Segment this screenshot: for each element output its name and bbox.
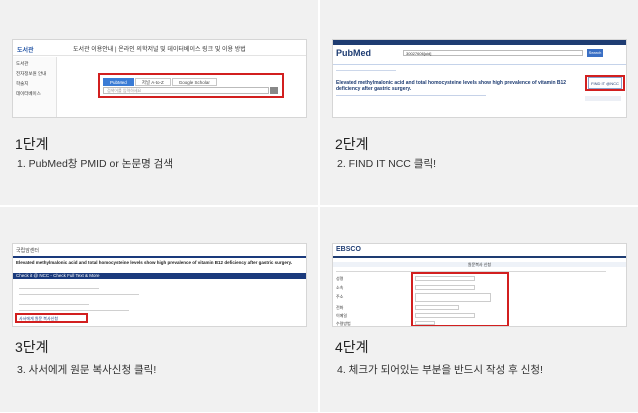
form-title: 원문복사 신청 [333, 262, 626, 267]
step-1-screenshot: 도서관 도서관 이용안내 | 온라인 의학저널 및 데이터베이스 링크 및 이용… [12, 39, 307, 118]
text-line [19, 310, 129, 311]
ncc-logo: 국립암센터 [16, 248, 40, 254]
header-divider [333, 64, 626, 65]
check-it-band: Check it @ NCC - Check Full Text & More [13, 273, 306, 279]
pubmed-logo: PubMed [336, 48, 371, 58]
guide-grid: 도서관 도서관 이용안내 | 온라인 의학저널 및 데이터베이스 링크 및 이용… [0, 0, 638, 413]
highlight-box [15, 313, 88, 323]
header-strip [13, 256, 306, 258]
library-header-title: 도서관 이용안내 | 온라인 의학저널 및 데이터베이스 링크 및 이용 방법 [73, 47, 246, 53]
authors-line [336, 95, 486, 96]
step-title: 2단계 [335, 136, 369, 152]
article-title[interactable]: Elevated methylmalonic acid and total ho… [336, 80, 576, 92]
step-4-screenshot: EBSCO 원문복사 신청 성명 소속 주소 전화 이메일 수령방법 [332, 243, 627, 327]
step-description: 3. 사서에게 원문 복사신청 클릭! [17, 364, 157, 376]
step-2-screenshot: NCBI Resources How To PubMed 30027606[ui… [332, 39, 627, 118]
form-label-name: 성명 [336, 276, 344, 281]
step-title: 4단계 [335, 339, 369, 355]
header-divider [13, 55, 306, 56]
step-description: 2. FIND IT NCC 클릭! [337, 158, 437, 170]
library-sidebar: 도서관 전자정보원 안내 학술지 데이터베이스 [13, 57, 57, 117]
step-description: 4. 체크가 되어있는 부분을 반드시 작성 후 신청! [337, 364, 543, 376]
display-settings-line [336, 70, 396, 71]
pubmed-search-field[interactable]: 30027606[uid] [403, 50, 583, 56]
sidebar-item[interactable]: 학술지 [16, 81, 53, 87]
header-strip [333, 256, 626, 258]
step-description: 1. PubMed창 PMID or 논문명 검색 [17, 158, 173, 170]
step-title: 1단계 [15, 136, 49, 152]
search-button[interactable]: Search [587, 49, 603, 57]
highlight-box [98, 73, 284, 98]
form-label-address: 주소 [336, 294, 344, 299]
sidebar-item[interactable]: 데이터베이스 [16, 91, 53, 97]
ncbi-topbar: NCBI Resources How To [333, 40, 626, 54]
text-line [19, 294, 139, 295]
ebsco-logo: EBSCO [336, 246, 361, 253]
step-3-panel: 국립암센터 Elevated methylmalonic acid and to… [0, 207, 318, 412]
text-line [19, 288, 99, 289]
form-label-department: 소속 [336, 285, 344, 290]
step-4-panel: EBSCO 원문복사 신청 성명 소속 주소 전화 이메일 수령방법 4단계 4… [320, 207, 638, 412]
step-3-screenshot: 국립암센터 Elevated methylmalonic acid and to… [12, 243, 307, 327]
text-line [19, 304, 89, 305]
step-1-panel: 도서관 도서관 이용안내 | 온라인 의학저널 및 데이터베이스 링크 및 이용… [0, 0, 318, 205]
step-title: 3단계 [15, 339, 49, 355]
step-2-panel: NCBI Resources How To PubMed 30027606[ui… [320, 0, 638, 205]
form-label-phone: 전화 [336, 305, 344, 310]
article-title: Elevated methylmalonic acid and total ho… [16, 260, 293, 265]
library-logo: 도서관 [17, 48, 34, 54]
highlight-box [585, 75, 625, 91]
favorites-button[interactable] [585, 96, 621, 101]
form-label-email: 이메일 [336, 313, 348, 318]
form-label-delivery: 수령방법 [336, 321, 351, 326]
highlight-box [411, 272, 509, 326]
sidebar-item[interactable]: 도서관 [16, 61, 53, 67]
sidebar-item[interactable]: 전자정보원 안내 [16, 71, 53, 77]
